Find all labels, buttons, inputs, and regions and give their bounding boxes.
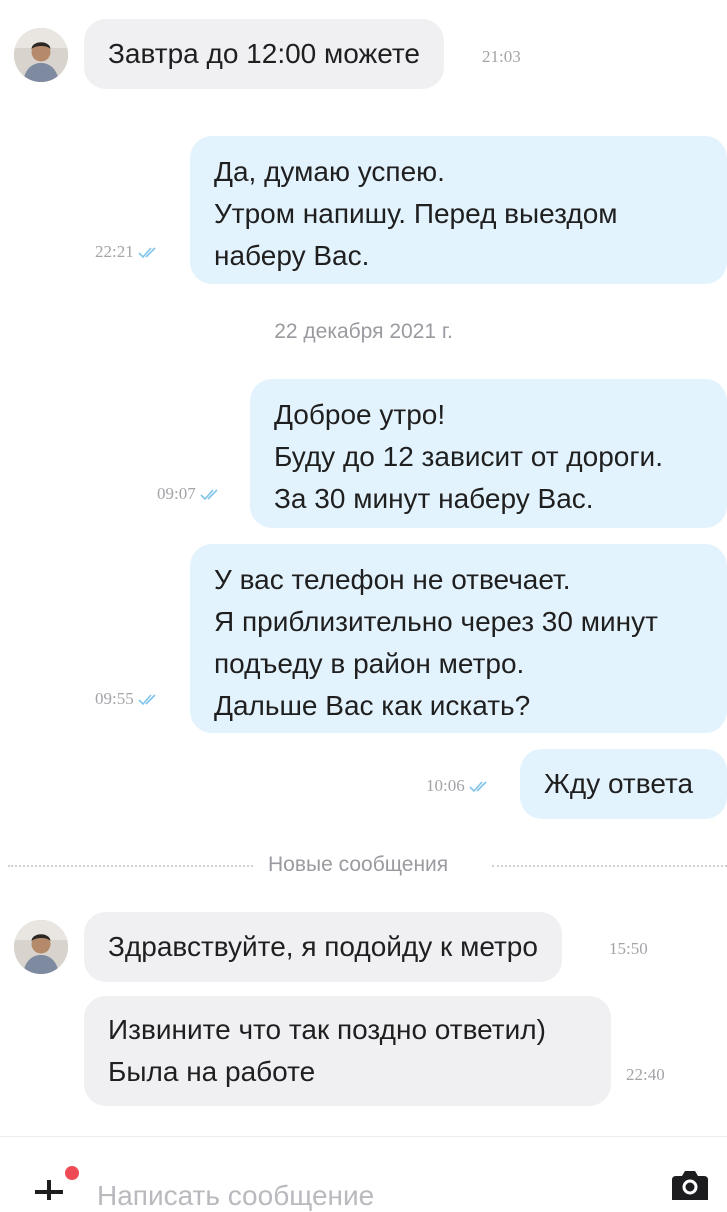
message-text: подъеду в район метро. [214, 648, 525, 679]
date-separator: 22 декабря 2021 г. [274, 320, 453, 343]
message-time: 10:06 [426, 776, 491, 796]
double-check-icon [138, 694, 156, 706]
message-bubble[interactable]: Здравствуйте, я подойду к метро [84, 912, 562, 982]
message-text: Дальше Вас как искать? [214, 690, 531, 721]
message-time: 09:55 [95, 689, 160, 709]
message-time: 21:03 [482, 47, 521, 67]
separator-line [492, 865, 727, 867]
double-check-icon [469, 781, 487, 793]
time-label: 09:55 [95, 689, 134, 708]
time-label: 21:03 [482, 47, 521, 66]
message-text: Доброе утро! [274, 399, 446, 430]
message-bubble[interactable]: Жду ответа [520, 749, 727, 819]
plus-icon [35, 1166, 79, 1204]
double-check-icon [138, 247, 156, 259]
time-label: 09:07 [157, 484, 196, 503]
message-text: Буду до 12 зависит от дороги. [274, 441, 663, 472]
message-bubble[interactable]: Доброе утро! Буду до 12 зависит от дорог… [250, 379, 727, 528]
message-bubble[interactable]: Извините что так поздно ответил) Была на… [84, 996, 611, 1106]
message-text: За 30 минут наберу Вас. [274, 483, 594, 514]
contact-avatar[interactable] [14, 920, 68, 974]
time-label: 10:06 [426, 776, 465, 795]
message-text: наберу Вас. [214, 240, 370, 271]
camera-icon [672, 1171, 708, 1200]
message-text: Жду ответа [544, 768, 694, 799]
time-label: 15:50 [609, 939, 648, 958]
notification-dot [65, 1166, 79, 1180]
separator-line [8, 865, 253, 867]
message-bubble[interactable]: Завтра до 12:00 можете [84, 19, 444, 89]
message-time: 22:40 [626, 1065, 665, 1085]
time-label: 22:21 [95, 242, 134, 261]
message-text: Утром напишу. Перед выездом [214, 198, 618, 229]
message-time: 09:07 [157, 484, 222, 504]
message-bubble[interactable]: У вас телефон не отвечает. Я приблизител… [190, 544, 727, 733]
message-time: 22:21 [95, 242, 160, 262]
message-text: Я приблизительно через 30 минут [214, 606, 658, 637]
composer-divider [0, 1136, 727, 1137]
message-text: Завтра до 12:00 можете [108, 38, 420, 69]
time-label: 22:40 [626, 1065, 665, 1084]
message-text: Была на работе [108, 1056, 316, 1087]
message-input[interactable]: Написать сообщение [97, 1180, 374, 1212]
message-bubble[interactable]: Да, думаю успею. Утром напишу. Перед вые… [190, 136, 727, 284]
attach-button[interactable] [30, 1166, 80, 1204]
contact-avatar[interactable] [14, 28, 68, 82]
message-text: Здравствуйте, я подойду к метро [108, 931, 538, 962]
message-text: Извините что так поздно ответил) [108, 1014, 546, 1045]
message-text: Да, думаю успею. [214, 156, 445, 187]
message-text: У вас телефон не отвечает. [214, 564, 571, 595]
message-time: 15:50 [609, 939, 648, 959]
camera-button[interactable] [668, 1166, 712, 1200]
double-check-icon [200, 489, 218, 501]
new-messages-label: Новые сообщения [268, 853, 449, 876]
